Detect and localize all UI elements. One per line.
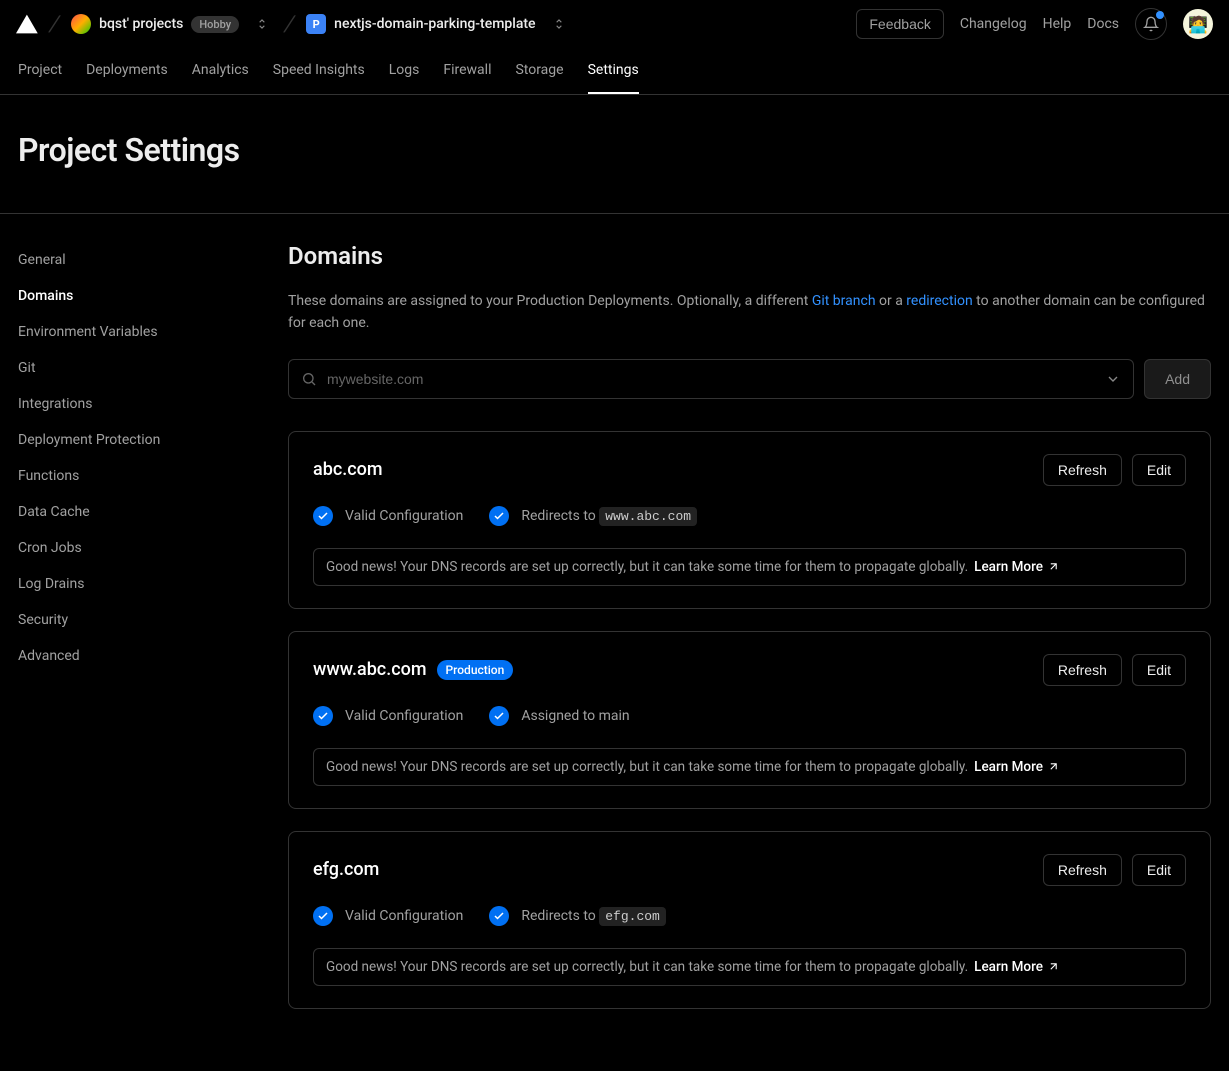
tab-logs[interactable]: Logs	[389, 48, 420, 94]
project-name: nextjs-domain-parking-template	[334, 16, 535, 32]
domain-input-wrap[interactable]	[288, 359, 1134, 399]
sidebar-item-environment-variables[interactable]: Environment Variables	[18, 314, 256, 350]
page-title: Project Settings	[18, 131, 1211, 169]
tab-storage[interactable]: Storage	[515, 48, 563, 94]
domain-name: efg.com	[313, 859, 379, 880]
notification-dot	[1156, 11, 1164, 19]
refresh-button[interactable]: Refresh	[1043, 654, 1122, 686]
plan-badge: Hobby	[191, 16, 239, 33]
team-avatar	[71, 14, 91, 34]
docs-link[interactable]: Docs	[1087, 16, 1119, 32]
vercel-logo-icon[interactable]	[16, 14, 38, 34]
status-valid-config: Valid Configuration	[313, 506, 463, 526]
sidebar-item-deployment-protection[interactable]: Deployment Protection	[18, 422, 256, 458]
settings-sidebar: GeneralDomainsEnvironment VariablesGitIn…	[18, 242, 256, 1031]
learn-more-link[interactable]: Learn More	[974, 759, 1060, 775]
status-redirect: Redirects to efg.com	[489, 906, 666, 926]
domain-card: www.abc.com Production Refresh Edit Vali…	[288, 631, 1211, 809]
check-icon	[489, 506, 509, 526]
tab-deployments[interactable]: Deployments	[86, 48, 168, 94]
project-switcher-icon[interactable]	[548, 13, 570, 35]
domain-card: efg.com Refresh Edit Valid Configuration…	[288, 831, 1211, 1009]
add-domain-button[interactable]: Add	[1144, 359, 1211, 399]
refresh-button[interactable]: Refresh	[1043, 854, 1122, 886]
sidebar-item-functions[interactable]: Functions	[18, 458, 256, 494]
production-badge: Production	[437, 660, 514, 680]
section-title: Domains	[288, 242, 1211, 270]
edit-button[interactable]: Edit	[1132, 454, 1186, 486]
sidebar-item-git[interactable]: Git	[18, 350, 256, 386]
check-icon	[313, 906, 333, 926]
team-scope[interactable]: bqst' projects Hobby	[71, 14, 239, 34]
status-assigned: Assigned to main	[489, 706, 629, 726]
help-link[interactable]: Help	[1043, 16, 1072, 32]
tab-project[interactable]: Project	[18, 48, 62, 94]
dns-note: Good news! Your DNS records are set up c…	[313, 948, 1186, 986]
sidebar-item-security[interactable]: Security	[18, 602, 256, 638]
chevron-down-icon[interactable]	[1105, 371, 1121, 387]
status-redirect: Redirects to www.abc.com	[489, 506, 697, 526]
notifications-button[interactable]	[1135, 8, 1167, 40]
check-icon	[313, 506, 333, 526]
edit-button[interactable]: Edit	[1132, 854, 1186, 886]
git-branch-link[interactable]: Git branch	[812, 293, 876, 309]
domain-name: abc.com	[313, 459, 383, 480]
domain-name: www.abc.com	[313, 659, 427, 680]
status-valid-config: Valid Configuration	[313, 906, 463, 926]
project-scope[interactable]: P nextjs-domain-parking-template	[306, 14, 535, 34]
team-switcher-icon[interactable]	[251, 13, 273, 35]
edit-button[interactable]: Edit	[1132, 654, 1186, 686]
tab-settings[interactable]: Settings	[588, 48, 639, 94]
sidebar-item-integrations[interactable]: Integrations	[18, 386, 256, 422]
learn-more-link[interactable]: Learn More	[974, 559, 1060, 575]
redirect-target: efg.com	[599, 907, 666, 926]
sidebar-item-advanced[interactable]: Advanced	[18, 638, 256, 674]
redirection-link[interactable]: redirection	[906, 293, 972, 309]
refresh-button[interactable]: Refresh	[1043, 454, 1122, 486]
changelog-link[interactable]: Changelog	[960, 16, 1027, 32]
dns-note: Good news! Your DNS records are set up c…	[313, 548, 1186, 586]
check-icon	[489, 906, 509, 926]
tab-speed-insights[interactable]: Speed Insights	[273, 48, 365, 94]
domain-input[interactable]	[327, 371, 1095, 387]
tab-analytics[interactable]: Analytics	[192, 48, 249, 94]
section-description: These domains are assigned to your Produ…	[288, 290, 1211, 335]
sidebar-item-general[interactable]: General	[18, 242, 256, 278]
project-tabs: Project Deployments Analytics Speed Insight…	[0, 48, 1229, 95]
bell-icon	[1143, 16, 1159, 32]
check-icon	[313, 706, 333, 726]
project-avatar: P	[306, 14, 326, 34]
sidebar-item-data-cache[interactable]: Data Cache	[18, 494, 256, 530]
check-icon	[489, 706, 509, 726]
domain-card: abc.com Refresh Edit Valid Configuration…	[288, 431, 1211, 609]
search-icon	[301, 371, 317, 387]
feedback-button[interactable]: Feedback	[856, 9, 943, 39]
breadcrumb-slash: /	[47, 12, 63, 37]
team-name: bqst' projects	[99, 16, 183, 32]
breadcrumb-slash: /	[282, 12, 298, 37]
sidebar-item-log-drains[interactable]: Log Drains	[18, 566, 256, 602]
tab-firewall[interactable]: Firewall	[443, 48, 491, 94]
learn-more-link[interactable]: Learn More	[974, 959, 1060, 975]
redirect-target: www.abc.com	[599, 507, 697, 526]
dns-note: Good news! Your DNS records are set up c…	[313, 748, 1186, 786]
sidebar-item-cron-jobs[interactable]: Cron Jobs	[18, 530, 256, 566]
user-avatar[interactable]: 🧑‍💻	[1183, 9, 1213, 39]
status-valid-config: Valid Configuration	[313, 706, 463, 726]
sidebar-item-domains[interactable]: Domains	[18, 278, 256, 314]
